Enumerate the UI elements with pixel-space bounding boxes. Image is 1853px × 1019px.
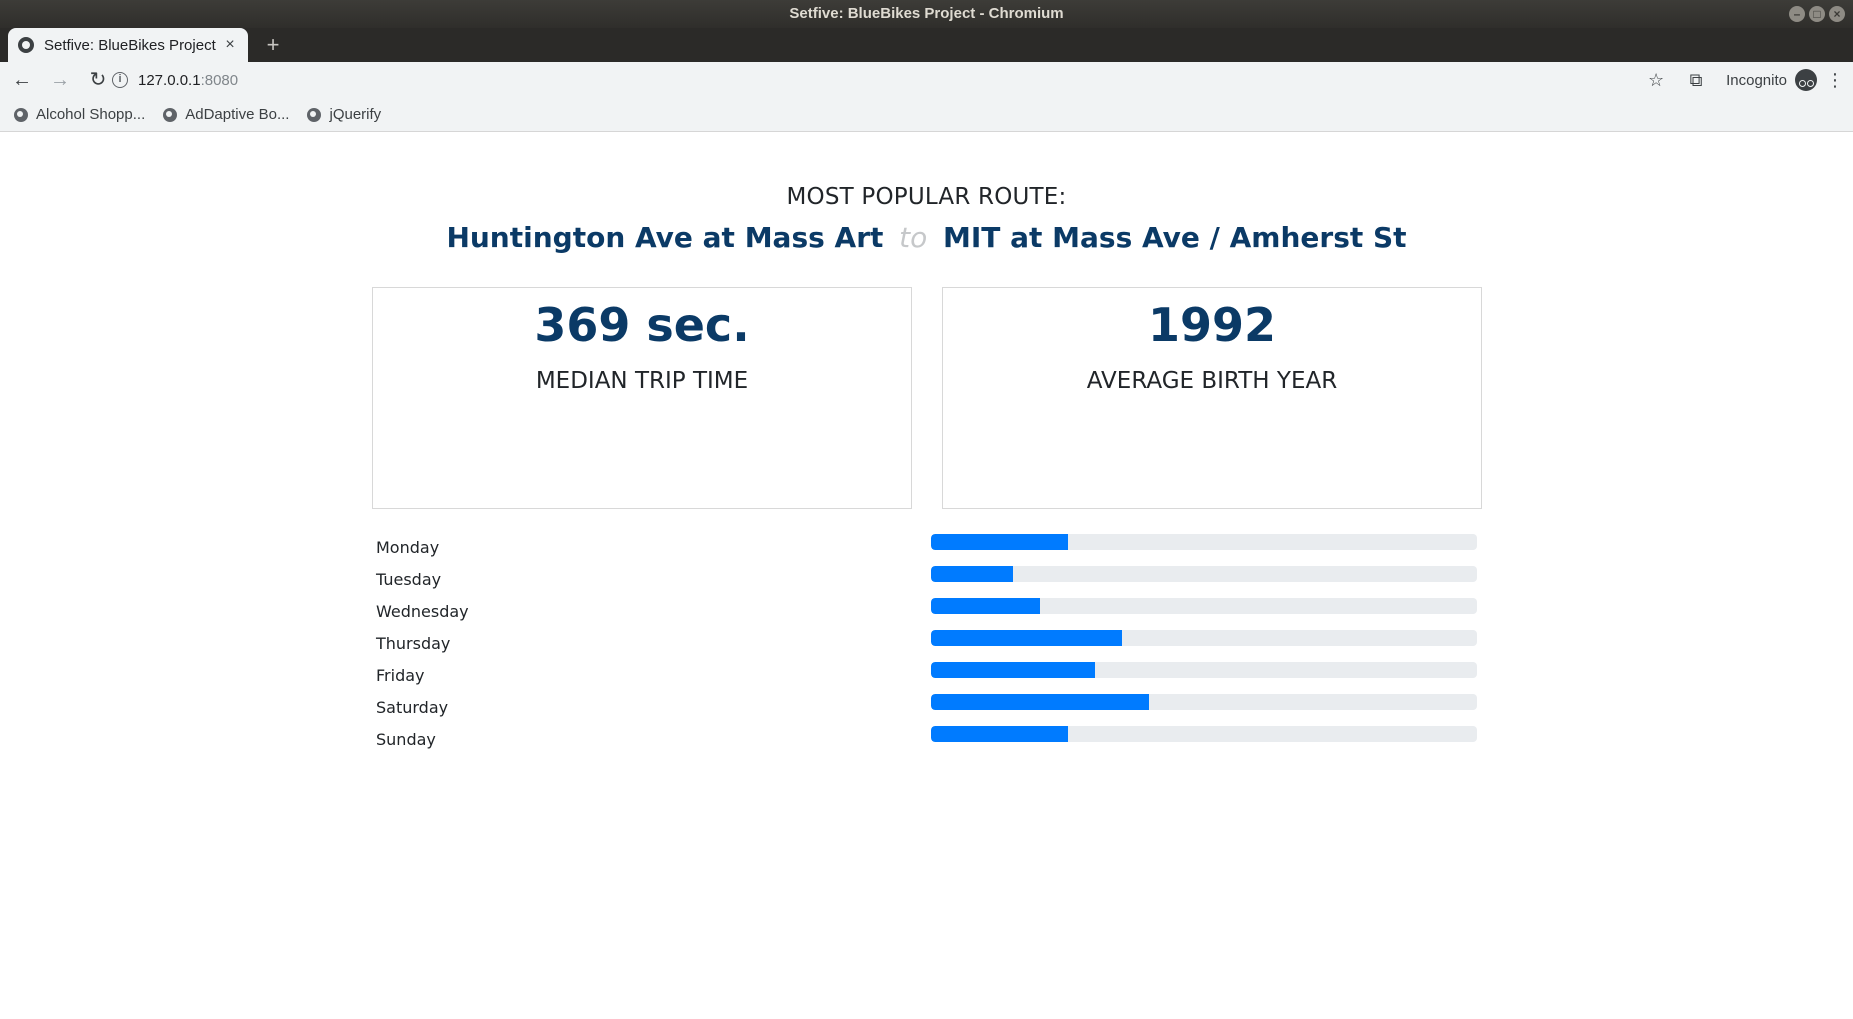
day-label: Thursday [376, 634, 451, 653]
day-row: Saturday [372, 688, 1482, 720]
reload-icon[interactable]: ↻ [82, 64, 114, 96]
globe-icon [14, 107, 28, 122]
bookmark-label: jQuerify [329, 106, 382, 123]
day-label: Friday [376, 666, 425, 685]
bookmarks-bar: Alcohol Shopp... AdDaptive Bo... jQuerif… [0, 98, 1853, 132]
birth-year-card: 1992 AVERAGE BIRTH YEAR [942, 287, 1482, 509]
url-host: 127.0.0.1 [138, 71, 201, 89]
cast-icon[interactable]: ⧉ [1682, 66, 1710, 94]
info-icon[interactable]: i [112, 72, 128, 88]
median-trip-value: 369 sec. [534, 298, 750, 352]
bookmark-label: AdDaptive Bo... [185, 106, 290, 123]
star-icon[interactable]: ☆ [1642, 66, 1670, 94]
bookmark-item[interactable]: Alcohol Shopp... [14, 106, 145, 123]
close-window-icon[interactable]: × [1829, 6, 1845, 22]
back-arrow-icon[interactable]: ← [6, 64, 38, 96]
tab-strip: Setfive: BlueBikes Project × + [0, 28, 1853, 62]
progress-track [931, 566, 1477, 582]
globe-icon [18, 37, 34, 53]
day-label: Wednesday [376, 602, 469, 621]
day-label: Saturday [376, 698, 449, 717]
progress-track [931, 534, 1477, 550]
progress-track [931, 694, 1477, 710]
browser-toolbar: ← → ↻ i 127.0.0.1:8080 ☆ ⧉ Incognito ⋮ [0, 62, 1853, 98]
progress-fill [931, 566, 1013, 582]
day-row: Monday [372, 528, 1482, 560]
day-row: Friday [372, 656, 1482, 688]
address-bar[interactable]: i 127.0.0.1:8080 [112, 64, 238, 96]
window-title: Setfive: BlueBikes Project - Chromium [789, 5, 1064, 22]
progress-track [931, 630, 1477, 646]
day-row: Wednesday [372, 592, 1482, 624]
day-label: Tuesday [376, 570, 442, 589]
route-line: Huntington Ave at Mass Art to MIT at Mas… [0, 221, 1853, 254]
progress-fill [931, 726, 1068, 742]
progress-fill [931, 662, 1095, 678]
progress-track [931, 662, 1477, 678]
median-trip-label: MEDIAN TRIP TIME [535, 368, 749, 394]
progress-fill [931, 630, 1123, 646]
route-to-word: to [899, 221, 928, 254]
url-port: :8080 [200, 71, 239, 89]
day-label: Sunday [376, 730, 436, 749]
bookmark-item[interactable]: jQuerify [307, 106, 381, 123]
progress-fill [931, 694, 1150, 710]
globe-icon [163, 107, 178, 122]
page-content: MOST POPULAR ROUTE: Huntington Ave at Ma… [0, 133, 1853, 1019]
progress-fill [931, 534, 1068, 550]
globe-icon [307, 107, 322, 122]
tab-bluebikes[interactable]: Setfive: BlueBikes Project × [8, 28, 248, 62]
window-controls: – □ × [1789, 6, 1845, 22]
progress-track [931, 726, 1477, 742]
day-row: Thursday [372, 624, 1482, 656]
day-row: Sunday [372, 720, 1482, 752]
forward-arrow-icon[interactable]: → [44, 64, 76, 96]
new-tab-button[interactable]: + [260, 32, 286, 58]
day-of-week-list: Monday Tuesday Wednesday Thursday Friday… [372, 528, 1482, 752]
bookmark-item[interactable]: AdDaptive Bo... [163, 106, 289, 123]
day-row: Tuesday [372, 560, 1482, 592]
route-from: Huntington Ave at Mass Art [446, 221, 884, 254]
maximize-icon[interactable]: □ [1809, 6, 1825, 22]
incognito-label: Incognito [1726, 71, 1787, 89]
route-to: MIT at Mass Ave / Amherst St [943, 221, 1407, 254]
birth-year-value: 1992 [1147, 298, 1277, 352]
close-icon[interactable]: × [222, 36, 238, 54]
minimize-icon[interactable]: – [1789, 6, 1805, 22]
median-trip-card: 369 sec. MEDIAN TRIP TIME [372, 287, 912, 509]
route-heading: MOST POPULAR ROUTE: [786, 184, 1067, 210]
progress-track [931, 598, 1477, 614]
birth-year-label: AVERAGE BIRTH YEAR [1086, 368, 1338, 394]
toolbar-actions: ☆ ⧉ Incognito ⋮ [1636, 62, 1853, 98]
progress-fill [931, 598, 1041, 614]
incognito-icon[interactable] [1795, 69, 1817, 91]
day-label: Monday [376, 538, 440, 557]
window-titlebar: Setfive: BlueBikes Project - Chromium – … [0, 0, 1853, 28]
tab-title: Setfive: BlueBikes Project [44, 36, 216, 54]
kebab-menu-icon[interactable]: ⋮ [1825, 70, 1845, 91]
bookmark-label: Alcohol Shopp... [36, 106, 146, 123]
